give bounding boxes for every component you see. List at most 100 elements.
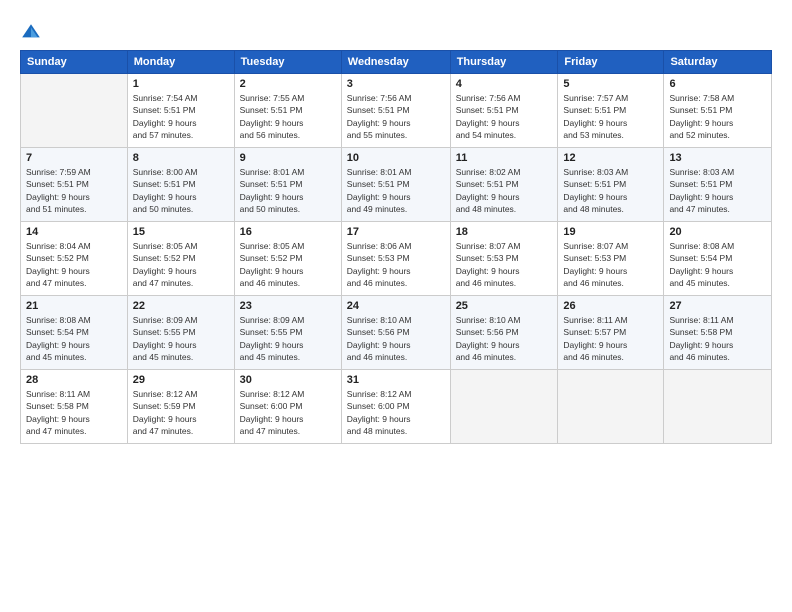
calendar-week-row: 28 Sunrise: 8:11 AMSunset: 5:58 PMDayligh…	[21, 370, 772, 444]
day-number: 8	[133, 152, 229, 164]
day-number: 27	[669, 300, 766, 312]
calendar-cell: 4 Sunrise: 7:56 AMSunset: 5:51 PMDaylight…	[450, 74, 558, 148]
calendar-cell: 22 Sunrise: 8:09 AMSunset: 5:55 PMDayligh…	[127, 296, 234, 370]
calendar-week-row: 1 Sunrise: 7:54 AMSunset: 5:51 PMDaylight…	[21, 74, 772, 148]
day-number: 11	[456, 152, 553, 164]
day-number: 2	[240, 78, 336, 90]
day-info: Sunrise: 8:07 AMSunset: 5:53 PMDaylight:…	[563, 240, 658, 289]
calendar-cell: 30 Sunrise: 8:12 AMSunset: 6:00 PMDayligh…	[234, 370, 341, 444]
day-number: 12	[563, 152, 658, 164]
calendar-cell: 2 Sunrise: 7:55 AMSunset: 5:51 PMDaylight…	[234, 74, 341, 148]
calendar-cell: 13 Sunrise: 8:03 AMSunset: 5:51 PMDayligh…	[664, 148, 772, 222]
day-number: 21	[26, 300, 122, 312]
day-number: 22	[133, 300, 229, 312]
day-of-week-header: Monday	[127, 51, 234, 74]
day-number: 10	[347, 152, 445, 164]
day-number: 4	[456, 78, 553, 90]
calendar-cell: 14Sunrise: 8:04 AMSunset: 5:52 PMDayligh…	[21, 222, 128, 296]
calendar-week-row: 21 Sunrise: 8:08 AMSunset: 5:54 PMDayligh…	[21, 296, 772, 370]
day-of-week-header: Saturday	[664, 51, 772, 74]
day-info: Sunrise: 8:01 AMSunset: 5:51 PMDaylight:…	[347, 166, 445, 215]
day-info: Sunrise: 7:55 AMSunset: 5:51 PMDaylight:…	[240, 92, 336, 141]
calendar-cell: 10 Sunrise: 8:01 AMSunset: 5:51 PMDayligh…	[341, 148, 450, 222]
day-number: 1	[133, 78, 229, 90]
calendar-cell: 21 Sunrise: 8:08 AMSunset: 5:54 PMDayligh…	[21, 296, 128, 370]
day-info: Sunrise: 8:03 AMSunset: 5:51 PMDaylight:…	[563, 166, 658, 215]
day-info: Sunrise: 7:54 AMSunset: 5:51 PMDaylight:…	[133, 92, 229, 141]
day-number: 5	[563, 78, 658, 90]
day-of-week-header: Wednesday	[341, 51, 450, 74]
calendar-cell: 23 Sunrise: 8:09 AMSunset: 5:55 PMDayligh…	[234, 296, 341, 370]
day-number: 24	[347, 300, 445, 312]
calendar-cell	[450, 370, 558, 444]
day-info: Sunrise: 8:02 AMSunset: 5:51 PMDaylight:…	[456, 166, 553, 215]
day-of-week-header: Sunday	[21, 51, 128, 74]
day-info: Sunrise: 7:59 AMSunset: 5:51 PMDaylight:…	[26, 166, 122, 215]
day-number: 28	[26, 374, 122, 386]
calendar-cell: 27Sunrise: 8:11 AMSunset: 5:58 PMDayligh…	[664, 296, 772, 370]
logo	[20, 22, 44, 44]
calendar-cell: 9Sunrise: 8:01 AMSunset: 5:51 PMDaylight…	[234, 148, 341, 222]
calendar-header: SundayMondayTuesdayWednesdayThursdayFrid…	[21, 51, 772, 74]
day-number: 26	[563, 300, 658, 312]
calendar-week-row: 7 Sunrise: 7:59 AMSunset: 5:51 PMDaylight…	[21, 148, 772, 222]
day-info: Sunrise: 8:11 AMSunset: 5:58 PMDaylight:…	[26, 388, 122, 437]
calendar-cell: 15Sunrise: 8:05 AMSunset: 5:52 PMDayligh…	[127, 222, 234, 296]
calendar-cell: 3Sunrise: 7:56 AMSunset: 5:51 PMDaylight…	[341, 74, 450, 148]
day-number: 29	[133, 374, 229, 386]
calendar-cell: 29 Sunrise: 8:12 AMSunset: 5:59 PMDayligh…	[127, 370, 234, 444]
day-info: Sunrise: 8:09 AMSunset: 5:55 PMDaylight:…	[240, 314, 336, 363]
calendar-cell: 26 Sunrise: 8:11 AMSunset: 5:57 PMDayligh…	[558, 296, 664, 370]
day-number: 23	[240, 300, 336, 312]
calendar-cell: 25 Sunrise: 8:10 AMSunset: 5:56 PMDayligh…	[450, 296, 558, 370]
day-number: 9	[240, 152, 336, 164]
day-number: 14	[26, 226, 122, 238]
calendar-cell: 1 Sunrise: 7:54 AMSunset: 5:51 PMDaylight…	[127, 74, 234, 148]
calendar-body: 1 Sunrise: 7:54 AMSunset: 5:51 PMDaylight…	[21, 74, 772, 444]
calendar-cell: 17 Sunrise: 8:06 AMSunset: 5:53 PMDayligh…	[341, 222, 450, 296]
calendar-cell: 11 Sunrise: 8:02 AMSunset: 5:51 PMDayligh…	[450, 148, 558, 222]
day-of-week-header: Friday	[558, 51, 664, 74]
day-info: Sunrise: 8:10 AMSunset: 5:56 PMDaylight:…	[456, 314, 553, 363]
day-info: Sunrise: 7:56 AMSunset: 5:51 PMDaylight:…	[456, 92, 553, 141]
day-info: Sunrise: 8:12 AMSunset: 6:00 PMDaylight:…	[240, 388, 336, 437]
day-number: 6	[669, 78, 766, 90]
day-info: Sunrise: 8:07 AMSunset: 5:53 PMDaylight:…	[456, 240, 553, 289]
day-info: Sunrise: 8:06 AMSunset: 5:53 PMDaylight:…	[347, 240, 445, 289]
logo-icon	[20, 22, 42, 44]
day-number: 7	[26, 152, 122, 164]
day-info: Sunrise: 7:57 AMSunset: 5:51 PMDaylight:…	[563, 92, 658, 141]
calendar-table: SundayMondayTuesdayWednesdayThursdayFrid…	[20, 50, 772, 444]
day-number: 13	[669, 152, 766, 164]
day-number: 31	[347, 374, 445, 386]
day-info: Sunrise: 8:09 AMSunset: 5:55 PMDaylight:…	[133, 314, 229, 363]
day-number: 25	[456, 300, 553, 312]
day-info: Sunrise: 8:03 AMSunset: 5:51 PMDaylight:…	[669, 166, 766, 215]
day-info: Sunrise: 8:10 AMSunset: 5:56 PMDaylight:…	[347, 314, 445, 363]
day-info: Sunrise: 8:12 AMSunset: 6:00 PMDaylight:…	[347, 388, 445, 437]
day-number: 15	[133, 226, 229, 238]
day-of-week-header: Tuesday	[234, 51, 341, 74]
day-info: Sunrise: 7:56 AMSunset: 5:51 PMDaylight:…	[347, 92, 445, 141]
day-info: Sunrise: 7:58 AMSunset: 5:51 PMDaylight:…	[669, 92, 766, 141]
page: SundayMondayTuesdayWednesdayThursdayFrid…	[0, 0, 792, 612]
day-info: Sunrise: 8:11 AMSunset: 5:57 PMDaylight:…	[563, 314, 658, 363]
day-number: 18	[456, 226, 553, 238]
calendar-cell: 16Sunrise: 8:05 AMSunset: 5:52 PMDayligh…	[234, 222, 341, 296]
header	[20, 18, 772, 44]
day-number: 17	[347, 226, 445, 238]
calendar-cell: 12 Sunrise: 8:03 AMSunset: 5:51 PMDayligh…	[558, 148, 664, 222]
day-info: Sunrise: 8:08 AMSunset: 5:54 PMDaylight:…	[26, 314, 122, 363]
day-number: 19	[563, 226, 658, 238]
calendar-cell: 31 Sunrise: 8:12 AMSunset: 6:00 PMDayligh…	[341, 370, 450, 444]
calendar-cell: 20Sunrise: 8:08 AMSunset: 5:54 PMDayligh…	[664, 222, 772, 296]
calendar-cell: 6 Sunrise: 7:58 AMSunset: 5:51 PMDaylight…	[664, 74, 772, 148]
day-number: 20	[669, 226, 766, 238]
calendar-cell: 19 Sunrise: 8:07 AMSunset: 5:53 PMDayligh…	[558, 222, 664, 296]
calendar-cell: 28 Sunrise: 8:11 AMSunset: 5:58 PMDayligh…	[21, 370, 128, 444]
calendar-cell	[558, 370, 664, 444]
day-number: 30	[240, 374, 336, 386]
day-number: 16	[240, 226, 336, 238]
calendar-cell	[21, 74, 128, 148]
day-info: Sunrise: 8:12 AMSunset: 5:59 PMDaylight:…	[133, 388, 229, 437]
